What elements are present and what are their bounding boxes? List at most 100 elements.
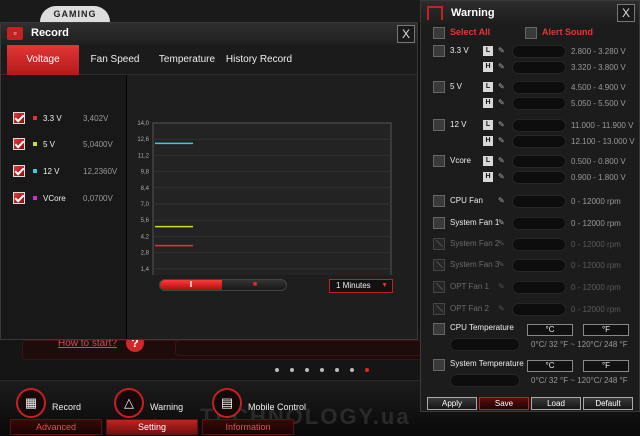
legend-item-vcore[interactable]: VCore 0,0700V (13, 191, 113, 205)
pen-icon[interactable]: ✎ (498, 120, 507, 129)
tab-setting[interactable]: Setting (106, 419, 198, 435)
pen-icon[interactable]: ✎ (498, 62, 507, 71)
y-tick-label: 2,8 (141, 251, 150, 257)
legend-checkbox[interactable] (13, 138, 25, 150)
legend-checkbox[interactable] (13, 192, 25, 204)
fan-threshold-field[interactable] (512, 281, 566, 294)
celsius-button[interactable]: °C (527, 324, 573, 336)
fahrenheit-button[interactable]: °F (583, 360, 629, 372)
fan-checkbox[interactable] (433, 281, 445, 293)
fan-checkbox[interactable] (433, 238, 445, 250)
low-range: 4.500 - 4.900 V (571, 83, 626, 92)
fan-checkbox[interactable] (433, 195, 445, 207)
voltage-checkbox[interactable] (433, 45, 445, 57)
record-icon: ▦ (16, 388, 46, 418)
tab-temperature[interactable]: Temperature (151, 45, 223, 75)
high-threshold-field[interactable] (512, 171, 566, 184)
tab-information[interactable]: Information (202, 419, 294, 435)
legend-item-5v[interactable]: 5 V 5,0400V (13, 137, 113, 151)
pen-icon[interactable]: ✎ (498, 46, 507, 55)
warning-close-button[interactable]: X (617, 4, 635, 22)
tab-fan-speed[interactable]: Fan Speed (81, 45, 149, 75)
select-all-label[interactable]: Select All (450, 27, 490, 37)
legend-item-3-3v[interactable]: 3.3 V 3,402V (13, 111, 108, 125)
record-titlebar[interactable]: ▫ Record X (1, 23, 417, 45)
fahrenheit-button[interactable]: °F (583, 324, 629, 336)
warning-titlebar[interactable]: Warning X (421, 1, 639, 25)
voltage-checkbox[interactable] (433, 81, 445, 93)
record-close-button[interactable]: X (397, 25, 415, 43)
nav-mobile-control-label: Mobile Control (248, 402, 307, 412)
fan-threshold-field[interactable] (512, 217, 566, 230)
load-button[interactable]: Load (531, 397, 581, 410)
celsius-button[interactable]: °C (527, 360, 573, 372)
select-all-checkbox[interactable] (433, 27, 445, 39)
low-threshold-field[interactable] (512, 81, 566, 94)
pager-dot[interactable] (320, 368, 324, 372)
apply-button[interactable]: Apply (427, 397, 477, 410)
pager-dot[interactable] (290, 368, 294, 372)
pager-dot[interactable] (350, 368, 354, 372)
low-threshold-field[interactable] (512, 155, 566, 168)
legend-name: 5 V (43, 139, 56, 149)
alert-sound-checkbox[interactable] (525, 27, 537, 39)
fan-checkbox[interactable] (433, 217, 445, 229)
pen-icon[interactable]: ✎ (498, 172, 507, 181)
legend-checkbox[interactable] (13, 165, 25, 177)
low-range: 0.500 - 0.800 V (571, 157, 626, 166)
temperature-threshold-field[interactable] (450, 374, 520, 387)
high-range: 3.320 - 3.800 V (571, 63, 626, 72)
alert-sound-label[interactable]: Alert Sound (542, 27, 593, 37)
high-threshold-field[interactable] (512, 61, 566, 74)
save-button[interactable]: Save (479, 397, 529, 410)
fan-checkbox[interactable] (433, 259, 445, 271)
pen-icon[interactable]: ✎ (498, 82, 507, 91)
low-threshold-field[interactable] (512, 45, 566, 58)
pen-icon[interactable]: ✎ (498, 196, 507, 205)
temperature-checkbox[interactable] (433, 359, 445, 371)
pen-icon[interactable]: ✎ (498, 98, 507, 107)
nav-record[interactable]: ▦ Record (16, 388, 81, 418)
temperature-threshold-field[interactable] (450, 338, 520, 351)
tab-history-record[interactable]: History Record (223, 45, 295, 75)
nav-mobile-control[interactable]: ▤ Mobile Control (212, 388, 306, 418)
tab-voltage[interactable]: Voltage (7, 45, 79, 75)
fan-threshold-field[interactable] (512, 238, 566, 251)
y-tick-label: 14,0 (137, 121, 149, 127)
high-threshold-field[interactable] (512, 97, 566, 110)
tab-advanced[interactable]: Advanced (10, 419, 102, 435)
time-range-select[interactable]: 1 Minutes ▼ (329, 279, 393, 293)
y-tick-label: 11,2 (138, 153, 150, 159)
fan-checkbox[interactable] (433, 303, 445, 315)
default-button[interactable]: Default (583, 397, 633, 410)
pen-icon[interactable]: ✎ (498, 156, 507, 165)
pager-dot[interactable] (365, 368, 369, 372)
fan-threshold-field[interactable] (512, 303, 566, 316)
nav-warning[interactable]: △ Warning (114, 388, 183, 418)
fan-threshold-field[interactable] (512, 259, 566, 272)
pen-icon[interactable]: ✎ (498, 260, 507, 269)
y-tick-label: 7,0 (141, 202, 150, 208)
temperature-checkbox[interactable] (433, 323, 445, 335)
legend-name: VCore (43, 193, 66, 203)
low-threshold-field[interactable] (512, 119, 566, 132)
pager-dot[interactable] (275, 368, 279, 372)
pen-icon[interactable]: ✎ (498, 136, 507, 145)
stop-button[interactable]: ■ (222, 280, 286, 290)
y-tick-label: 1,4 (141, 267, 150, 273)
voltage-checkbox[interactable] (433, 155, 445, 167)
legend-checkbox[interactable] (13, 112, 25, 124)
legend-item-12v[interactable]: 12 V 12,2360V (13, 164, 117, 178)
pen-icon[interactable]: ✎ (498, 282, 507, 291)
legend-pane: 3.3 V 3,402V 5 V 5,0400V 12 V 12,2360V V… (1, 75, 127, 339)
pen-icon[interactable]: ✎ (498, 304, 507, 313)
pen-icon[interactable]: ✎ (498, 239, 507, 248)
fan-name: System Fan 2 (450, 239, 500, 248)
pager-dot[interactable] (305, 368, 309, 372)
voltage-checkbox[interactable] (433, 119, 445, 131)
high-threshold-field[interactable] (512, 135, 566, 148)
pager-dot[interactable] (335, 368, 339, 372)
pen-icon[interactable]: ✎ (498, 218, 507, 227)
pause-button[interactable]: ‖ (160, 280, 222, 290)
fan-threshold-field[interactable] (512, 195, 566, 208)
